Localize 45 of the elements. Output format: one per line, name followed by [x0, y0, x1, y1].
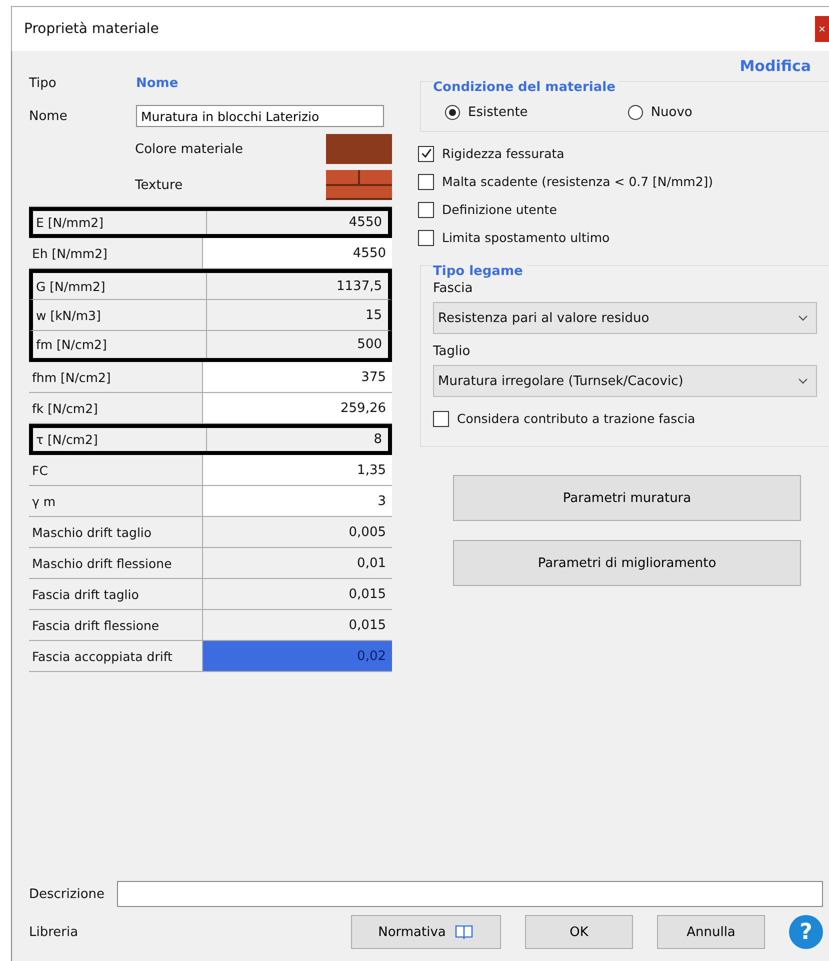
brick-texture-icon[interactable]: [326, 170, 392, 200]
tipo-label: Tipo: [29, 76, 58, 91]
parameters-button[interactable]: Parametri di miglioramento: [453, 540, 801, 586]
name-label: Nome: [29, 108, 68, 124]
radio-option[interactable]: Nuovo: [628, 104, 692, 120]
property-label: fm [N/cm2]: [33, 331, 207, 358]
tipo-value: Nome: [136, 76, 178, 91]
libreria-label: Libreria: [29, 924, 80, 940]
property-value[interactable]: 3: [203, 486, 392, 516]
property-value[interactable]: 259,26: [203, 393, 392, 423]
check-icon: [420, 147, 432, 160]
modifica-link[interactable]: Modifica: [740, 57, 811, 75]
texture-label: Texture: [135, 178, 183, 192]
property-value[interactable]: 4550: [203, 238, 392, 268]
description-field[interactable]: [116, 881, 823, 907]
checkbox-option[interactable]: Limita spostamento ultimo: [418, 226, 829, 249]
parameters-button[interactable]: Parametri muratura: [453, 475, 801, 521]
cancel-button[interactable]: Annulla: [657, 915, 765, 949]
description-label: Descrizione: [29, 886, 105, 902]
radio-option[interactable]: Esistente: [445, 104, 528, 120]
close-button[interactable]: ×: [815, 16, 829, 42]
checkbox-option[interactable]: Definizione utente: [418, 198, 829, 221]
property-label: fk [N/cm2]: [29, 393, 203, 423]
color-label: Colore materiale: [135, 142, 244, 156]
book-icon: [454, 924, 474, 940]
group-title: Tipo legame: [433, 264, 527, 279]
help-button[interactable]: ?: [789, 915, 823, 949]
normativa-button[interactable]: Normativa: [351, 915, 501, 949]
fascia-dropdown[interactable]: Resistenza pari al valore residuo: [433, 302, 817, 334]
taglio-dropdown[interactable]: Muratura irregolare (Turnsek/Cacovic): [433, 365, 817, 397]
property-value[interactable]: 1,35: [203, 455, 392, 485]
taglio-label: Taglio: [433, 344, 472, 359]
chevron-down-icon: [798, 378, 808, 384]
color-swatch[interactable]: [326, 134, 392, 164]
name-field[interactable]: Muratura in blocchi Laterizio: [136, 105, 384, 127]
fascia-label: Fascia: [433, 281, 474, 296]
property-label: fhm [N/cm2]: [29, 362, 203, 392]
property-value[interactable]: 375: [203, 362, 392, 392]
checkbox-option[interactable]: Considera contributo a trazione fascia: [433, 407, 829, 430]
property-label: γ m: [29, 486, 203, 516]
chevron-down-icon: [798, 315, 808, 321]
window-title: Proprietà materiale: [23, 21, 159, 37]
checkbox-option[interactable]: Malta scadente (resistenza < 0.7 [N/mm2]): [418, 170, 829, 193]
checkbox-option[interactable]: Rigidezza fessurata: [418, 142, 829, 165]
ok-button[interactable]: OK: [525, 915, 633, 949]
